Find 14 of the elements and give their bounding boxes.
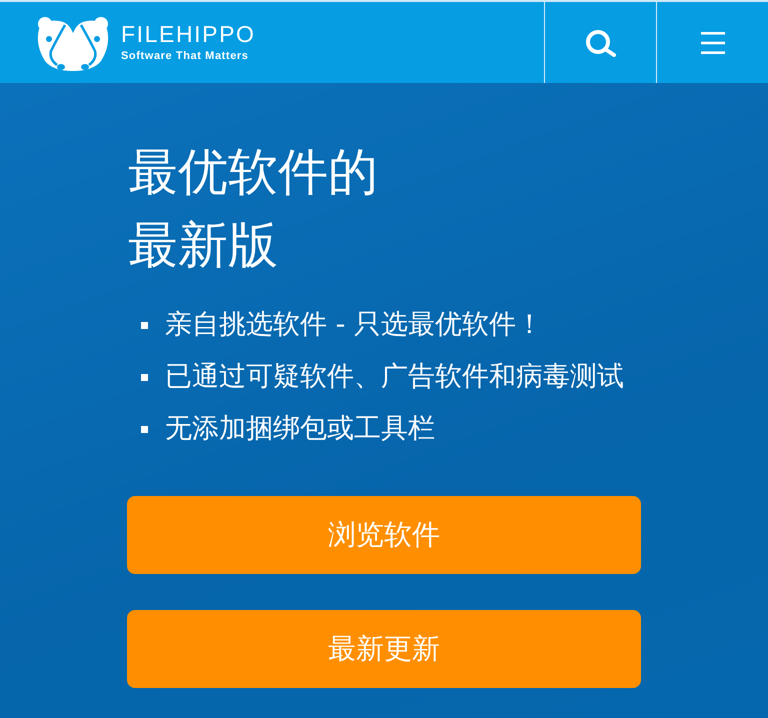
logo-title: FILEHIPPO	[121, 22, 256, 46]
hippo-logo-icon	[35, 14, 111, 70]
hero-heading: 最优软件的最新版	[128, 142, 379, 276]
browse-software-button[interactable]: 浏览软件	[127, 496, 641, 574]
feature-text: 亲自挑选软件 - 只选最优软件！	[165, 308, 543, 342]
feature-text: 已通过可疑软件、广告软件和病毒测试	[165, 360, 624, 394]
latest-updates-button[interactable]: 最新更新	[127, 610, 641, 688]
search-icon	[584, 28, 616, 56]
logo-tagline: Software That Matters	[121, 50, 250, 63]
bullet-icon	[141, 426, 148, 432]
bullet-icon	[141, 374, 148, 380]
bullet-icon	[141, 322, 148, 328]
feature-text: 无添加捆绑包或工具栏	[165, 412, 435, 446]
menu-icon	[700, 32, 724, 54]
